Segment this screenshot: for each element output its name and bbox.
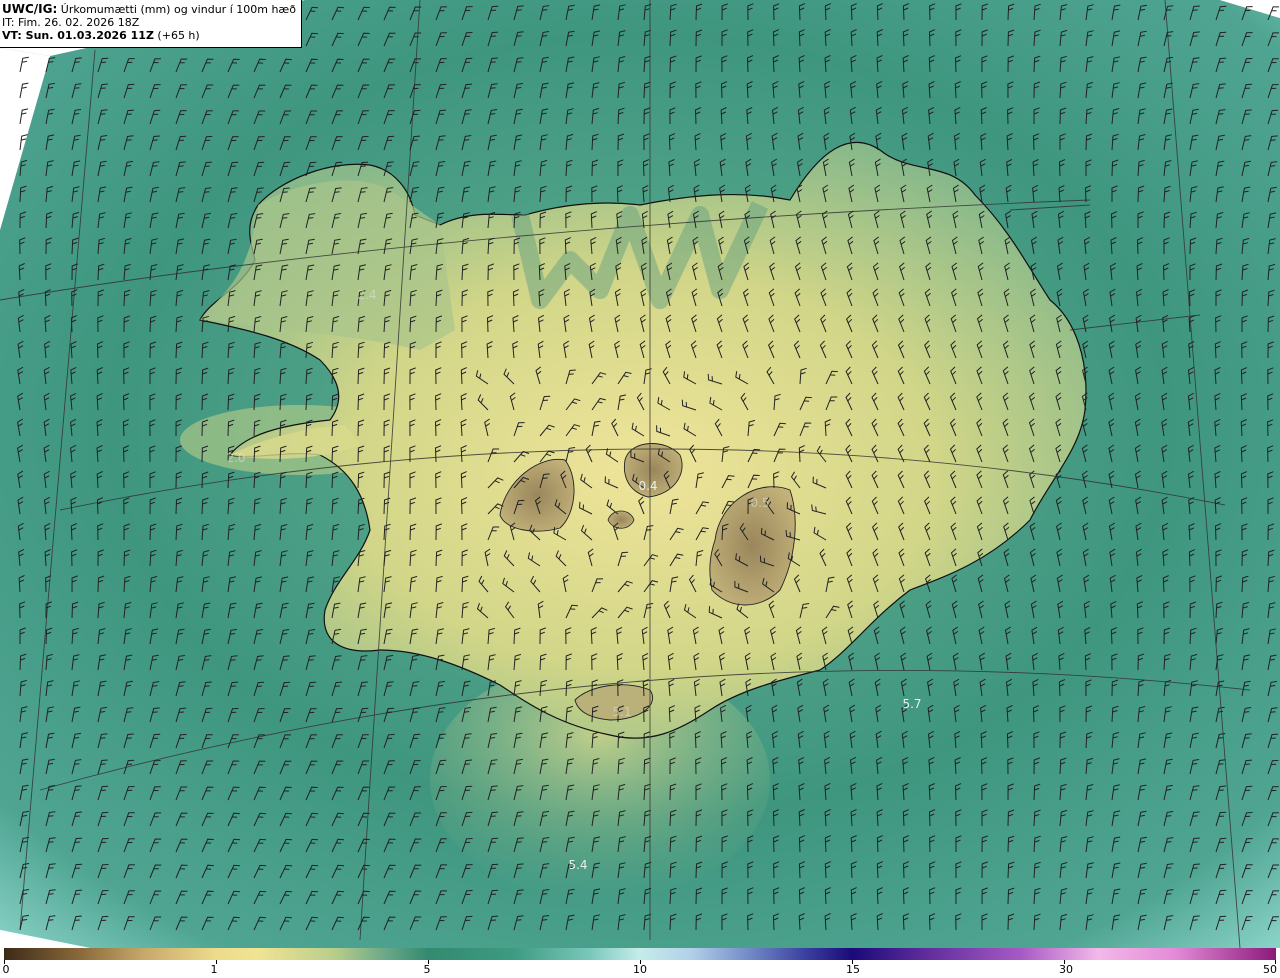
lead-time: (+65 h) — [153, 29, 200, 42]
colorbar-strip — [4, 948, 1276, 960]
value-label-westfjords: 2.4 — [357, 288, 377, 302]
colorbar-label-30: 30 — [1059, 963, 1073, 976]
colorbar-label-50: 50 — [1263, 963, 1277, 976]
init-time: IT: Fim. 26. 02. 2026 18Z — [2, 16, 140, 29]
colorbar: 0 1 5 10 15 30 50 — [0, 948, 1280, 978]
map-canvas — [0, 0, 1280, 948]
value-label-snaefellsnes: 2.0 — [226, 451, 246, 465]
colorbar-label-0: 0 — [2, 963, 10, 976]
model-name: UWC/IG: — [2, 2, 58, 16]
colorbar-label-5: 5 — [423, 963, 431, 976]
value-label-langjokull: 0.4 — [638, 479, 658, 493]
colorbar-label-1: 1 — [210, 963, 218, 976]
title-row: UWC/IG: Úrkomumætti (mm) og vindur í 100… — [2, 2, 301, 17]
value-label-southeast-sea: 5.7 — [902, 697, 922, 711]
valid-time: VT: Sun. 01.03.2026 11Z — [2, 29, 154, 42]
value-label-southwest-sea: 5.4 — [568, 858, 588, 872]
value-label-south-coast: 5.1 — [612, 705, 632, 719]
product-name: Úrkomumætti (mm) og vindur í 100m hæð — [57, 3, 296, 16]
info-box: UWC/IG: Úrkomumætti (mm) og vindur í 100… — [0, 0, 302, 48]
value-label-vatnajokull: 0.5 — [750, 496, 770, 510]
colorbar-label-10: 10 — [633, 963, 647, 976]
colorbar-label-15: 15 — [846, 963, 860, 976]
valid-time-row: VT: Sun. 01.03.2026 11Z (+65 h) — [2, 29, 301, 42]
